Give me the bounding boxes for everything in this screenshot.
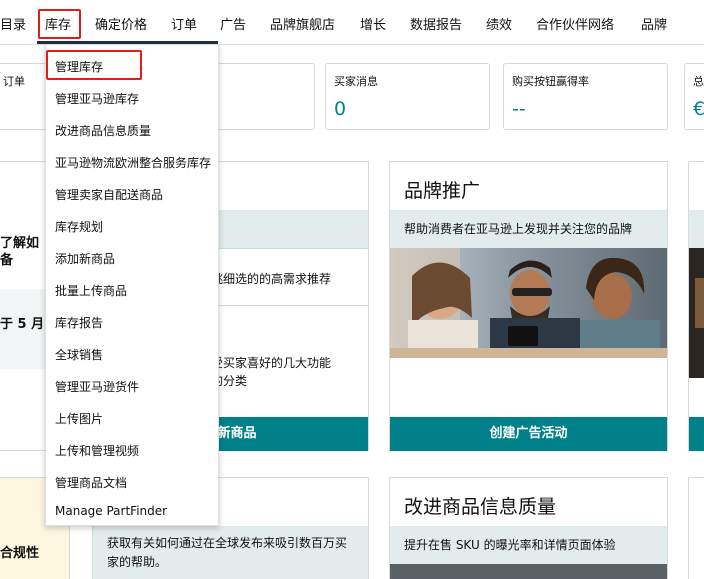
- card-global-text: 获取有关如何通过在全球发布来吸引数百万买家的帮助。: [107, 536, 348, 569]
- card-right-edge: [688, 161, 704, 451]
- menu-item-improve-listing-quality[interactable]: 改进商品信息质量: [55, 122, 151, 139]
- quality-photo: [390, 564, 667, 579]
- metric-card-total[interactable]: 总 €: [684, 63, 704, 130]
- card-right-edge-bottom: [688, 477, 704, 579]
- menu-item-inventory-reports[interactable]: 库存报告: [55, 314, 103, 331]
- menu-item-manage-inventory[interactable]: 管理库存: [55, 58, 103, 75]
- menu-item-manage-partfinder[interactable]: Manage PartFinder: [55, 504, 167, 518]
- nav-brand[interactable]: 品牌: [641, 14, 667, 33]
- card-right-band: [689, 210, 704, 248]
- card-left-text-4: 合规性: [0, 546, 40, 561]
- nav-pricing[interactable]: 确定价格: [95, 14, 147, 33]
- card-add-text-1: 挑细选的的高需求推荐: [211, 272, 332, 286]
- nav-growth[interactable]: 增长: [360, 14, 386, 33]
- card-improve-listing-quality: 改进商品信息质量 提升在售 SKU 的曝光率和详情页面体验: [389, 477, 668, 579]
- nav-inventory[interactable]: 库存: [45, 14, 71, 33]
- card-title: 改进商品信息质量: [404, 496, 557, 518]
- right-card-photo: [689, 248, 704, 378]
- menu-item-add-product[interactable]: 添加新商品: [55, 250, 115, 267]
- menu-item-manage-shipments[interactable]: 管理亚马逊货件: [55, 378, 139, 395]
- menu-item-manage-videos[interactable]: 上传和管理视频: [55, 442, 139, 459]
- metric-title: 总: [693, 75, 704, 88]
- right-card-button[interactable]: [689, 417, 704, 451]
- nav-performance[interactable]: 绩效: [486, 14, 512, 33]
- nav-advertising[interactable]: 广告: [220, 14, 246, 33]
- card-title: 品牌推广: [404, 180, 481, 202]
- card-left-text-2: 备: [0, 253, 14, 268]
- menu-item-upload-images[interactable]: 上传图片: [55, 410, 103, 427]
- people-photo-icon: [390, 248, 667, 358]
- metric-title: 订单: [3, 75, 25, 88]
- card-brand-promotion: 品牌推广 帮助消费者在亚马逊上发现并关注您的品牌 创建广告活动: [389, 161, 668, 451]
- nav-partner-network[interactable]: 合作伙伴网络: [536, 14, 614, 33]
- menu-item-inventory-planning[interactable]: 库存规划: [55, 218, 103, 235]
- card-quality-band: 提升在售 SKU 的曝光率和详情页面体验: [390, 526, 667, 564]
- metric-card-buyer-messages[interactable]: 买家消息 0: [325, 63, 490, 130]
- metric-value: --: [512, 98, 526, 120]
- card-brand-band: 帮助消费者在亚马逊上发现并关注您的品牌: [390, 210, 667, 248]
- metric-card-buy-box[interactable]: 购买按钮赢得率 --: [503, 63, 668, 130]
- nav-catalog[interactable]: 目录: [0, 14, 26, 33]
- brand-promotion-photo: [390, 248, 667, 358]
- inventory-dropdown-menu: 管理库存 管理亚马逊库存 改进商品信息质量 亚马逊物流欧洲整合服务库存 管理卖家…: [45, 44, 219, 526]
- metric-value: 0: [334, 98, 347, 120]
- menu-item-bulk-upload[interactable]: 批量上传商品: [55, 282, 127, 299]
- card-left-text-3: 于 5 月: [0, 317, 45, 332]
- menu-item-global-selling[interactable]: 全球销售: [55, 346, 103, 363]
- create-campaign-button[interactable]: 创建广告活动: [390, 417, 667, 451]
- menu-item-manage-fbm[interactable]: 管理卖家自配送商品: [55, 186, 163, 203]
- card-add-text-2a: 受买家喜好的几大功能: [211, 356, 332, 370]
- metric-title: 买家消息: [334, 75, 378, 88]
- menu-item-manage-fba-inventory[interactable]: 管理亚马逊库存: [55, 90, 139, 107]
- menu-item-pan-eu-inventory[interactable]: 亚马逊物流欧洲整合服务库存: [55, 154, 211, 171]
- menu-item-product-documents[interactable]: 管理商品文档: [55, 474, 127, 491]
- card-global-band: 获取有关如何通过在全球发布来吸引数百万买家的帮助。: [93, 526, 368, 579]
- top-navigation: 目录 库存 确定价格 订单 广告 品牌旗舰店 增长 数据报告 绩效 合作伙伴网络…: [0, 0, 704, 45]
- nav-orders[interactable]: 订单: [171, 14, 197, 33]
- metric-title: 购买按钮赢得率: [512, 75, 589, 88]
- nav-reports[interactable]: 数据报告: [410, 14, 462, 33]
- metric-value: €: [693, 98, 704, 120]
- nav-brand-stores[interactable]: 品牌旗舰店: [270, 14, 335, 33]
